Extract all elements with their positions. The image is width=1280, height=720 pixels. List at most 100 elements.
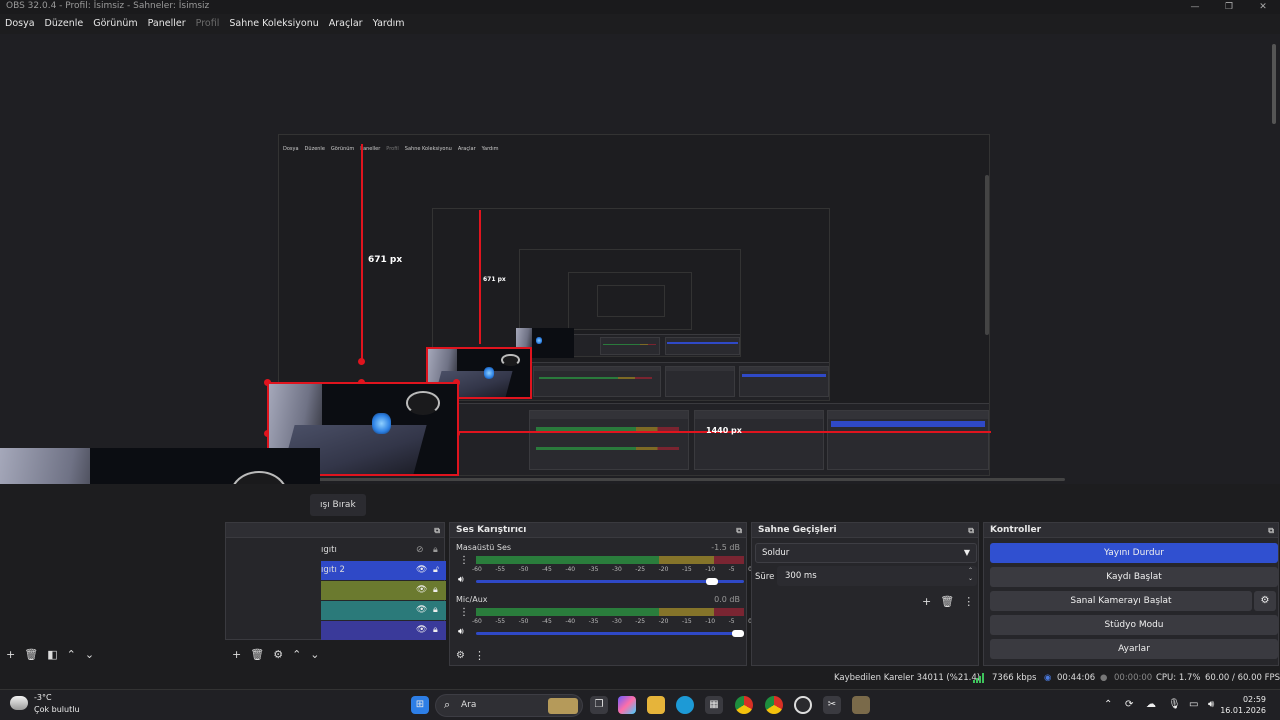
kebab-menu-icon[interactable]: ⋮ [459, 607, 469, 618]
controls-header: Kontroller ⧉ [984, 523, 1278, 538]
chevron-up-icon[interactable]: ⌃ [1104, 699, 1112, 710]
menu-gorunum[interactable]: Görünüm [93, 15, 137, 33]
source-row[interactable]: 👁︎ 🔒︎ [321, 621, 446, 640]
chrome-profile-icon[interactable] [765, 696, 783, 714]
filter-icon[interactable]: ◧ [47, 648, 57, 661]
chevron-up-icon[interactable]: ⌃ [292, 648, 301, 661]
meter-ticks: -60-55-50-45-40-35-30-25-20-15-10-50 [472, 566, 752, 573]
scene-tab-fragment[interactable]: ışı Bırak [310, 494, 366, 516]
volume-slider-knob[interactable] [732, 630, 744, 637]
stop-streaming-button[interactable]: Yayını Durdur [990, 543, 1278, 563]
eye-icon[interactable]: 👁︎ [416, 601, 427, 620]
kebab-menu-icon[interactable]: ⋮ [963, 595, 974, 608]
hidden-eye-icon[interactable]: ⊘ [416, 541, 424, 560]
studio-mode-button[interactable]: Stüdyo Modu [990, 615, 1278, 635]
lock-icon[interactable]: 🔒︎ [433, 601, 438, 620]
onedrive-icon[interactable]: ☁ [1146, 699, 1156, 710]
volume-meter [476, 608, 744, 616]
search-placeholder: Ara [461, 700, 477, 710]
windows-start-icon[interactable]: ⊞ [411, 696, 429, 714]
volume-icon[interactable]: 🔊︎ [1208, 699, 1214, 710]
start-virtual-camera-button[interactable]: Sanal Kamerayı Başlat [990, 591, 1252, 611]
sync-icon[interactable]: ⟳ [1125, 699, 1133, 710]
speaker-icon[interactable]: 🔊︎ [458, 575, 464, 585]
maximize-icon[interactable]: ❐ [1212, 0, 1246, 14]
speaker-icon[interactable]: 🔊︎ [458, 627, 464, 637]
controls-title: Kontroller [990, 525, 1042, 535]
undock-icon[interactable]: ⧉ [968, 523, 974, 538]
start-recording-button[interactable]: Kaydı Başlat [990, 567, 1278, 587]
kebab-menu-icon[interactable]: ⋮ [459, 555, 469, 566]
preview-canvas[interactable]: Dosya Düzenle Görünüm Paneller Profil Sahne K… [0, 34, 1280, 484]
eye-icon[interactable]: 👁︎ [416, 621, 427, 640]
volume-slider[interactable] [476, 580, 744, 583]
eye-icon[interactable]: 👁︎ [416, 561, 427, 580]
menu-dosya[interactable]: Dosya [5, 15, 35, 33]
menu-yardim[interactable]: Yardım [373, 15, 405, 33]
undock-icon[interactable]: ⧉ [1268, 523, 1274, 538]
eye-icon[interactable]: 👁︎ [416, 581, 427, 600]
menu-profil[interactable]: Profil [196, 15, 220, 33]
record-time: 00:00:00 [1114, 673, 1153, 683]
source-row[interactable]: 👁︎ 🔒︎ [321, 601, 446, 620]
chevron-up-icon[interactable]: ⌃ [67, 648, 76, 661]
close-icon[interactable]: ✕ [1246, 0, 1280, 14]
file-explorer-icon[interactable] [647, 696, 665, 714]
add-icon[interactable]: + [232, 648, 241, 661]
preview-scrollbar-horizontal[interactable] [295, 478, 1065, 481]
cpu-usage: CPU: 1.7% [1156, 673, 1201, 683]
preview-scrollbar-vertical[interactable] [1272, 44, 1276, 124]
lock-icon[interactable]: 🔒︎ [433, 621, 438, 640]
lock-icon[interactable]: 🔒︎ [433, 541, 438, 560]
source-row[interactable]: ıgıtı ⊘ 🔒︎ [321, 541, 446, 560]
store-icon[interactable]: ▦ [705, 696, 723, 714]
virtual-camera-settings-icon[interactable]: ⚙ [1254, 591, 1276, 611]
copilot-icon[interactable] [618, 696, 636, 714]
minimize-icon[interactable]: — [1178, 0, 1212, 14]
spin-arrows-icon[interactable]: ⌃ ⌄ [968, 567, 973, 583]
measure-handle[interactable] [358, 358, 365, 365]
trash-icon[interactable]: 🗑︎ [940, 595, 954, 608]
add-icon[interactable]: + [922, 595, 931, 608]
obs-icon[interactable] [794, 696, 812, 714]
unlock-icon[interactable]: 🔓︎ [433, 561, 439, 580]
kebab-menu-icon[interactable]: ⋮ [474, 649, 485, 662]
chevron-down-icon[interactable]: ⌄ [85, 648, 94, 661]
task-view-icon[interactable]: ❐ [590, 696, 608, 714]
notepad-icon[interactable] [852, 696, 870, 714]
menu-duzenle[interactable]: Düzenle [45, 15, 84, 33]
snipping-tool-icon[interactable]: ✂ [823, 696, 841, 714]
source-row[interactable]: 👁︎ 🔒︎ [321, 581, 446, 600]
mixer-settings-icon[interactable]: ⚙ [456, 650, 465, 661]
search-box[interactable]: ⌕ Ara [435, 694, 583, 717]
temperature: -3°C [34, 693, 52, 702]
clock[interactable]: 02:59 16.01.2026 [1220, 694, 1266, 716]
microphone-icon[interactable]: 🎙︎ [1168, 699, 1181, 710]
chrome-icon[interactable] [735, 696, 753, 714]
nested-capture-4 [568, 272, 692, 330]
undock-icon[interactable]: ⧉ [736, 523, 742, 538]
volume-slider-knob[interactable] [706, 578, 719, 585]
lock-icon[interactable]: 🔒︎ [433, 581, 438, 600]
menu-araclar[interactable]: Araçlar [329, 15, 363, 33]
display-icon[interactable]: ▭ [1189, 699, 1198, 710]
time: 02:59 [1242, 695, 1266, 704]
add-icon[interactable]: + [6, 648, 15, 661]
gear-icon[interactable]: ⚙ [273, 648, 283, 661]
measure-line-vertical-inner [479, 210, 481, 344]
sources-toolbar: + 🗑︎ ⚙ ⌃ ⌄ [232, 644, 320, 664]
volume-slider[interactable] [476, 632, 744, 635]
menu-sahne-koleksiyonu[interactable]: Sahne Koleksiyonu [229, 15, 318, 33]
transition-select[interactable]: Soldur ▼ [755, 543, 977, 563]
window-controls: — ❐ ✕ [1178, 0, 1280, 14]
source-row-selected[interactable]: ıgıtı 2 👁︎ 🔓︎ [321, 561, 446, 580]
trash-icon[interactable]: 🗑︎ [250, 648, 264, 661]
duration-spinbox[interactable]: 300 ms ⌃ ⌄ [777, 566, 977, 586]
undock-icon[interactable]: ⧉ [434, 523, 440, 538]
cloud-icon [10, 696, 28, 710]
trash-icon[interactable]: 🗑︎ [24, 648, 38, 661]
menu-paneller[interactable]: Paneller [148, 15, 186, 33]
settings-button[interactable]: Ayarlar [990, 639, 1278, 659]
edge-browser-icon[interactable] [676, 696, 694, 714]
chevron-down-icon[interactable]: ⌄ [310, 648, 319, 661]
